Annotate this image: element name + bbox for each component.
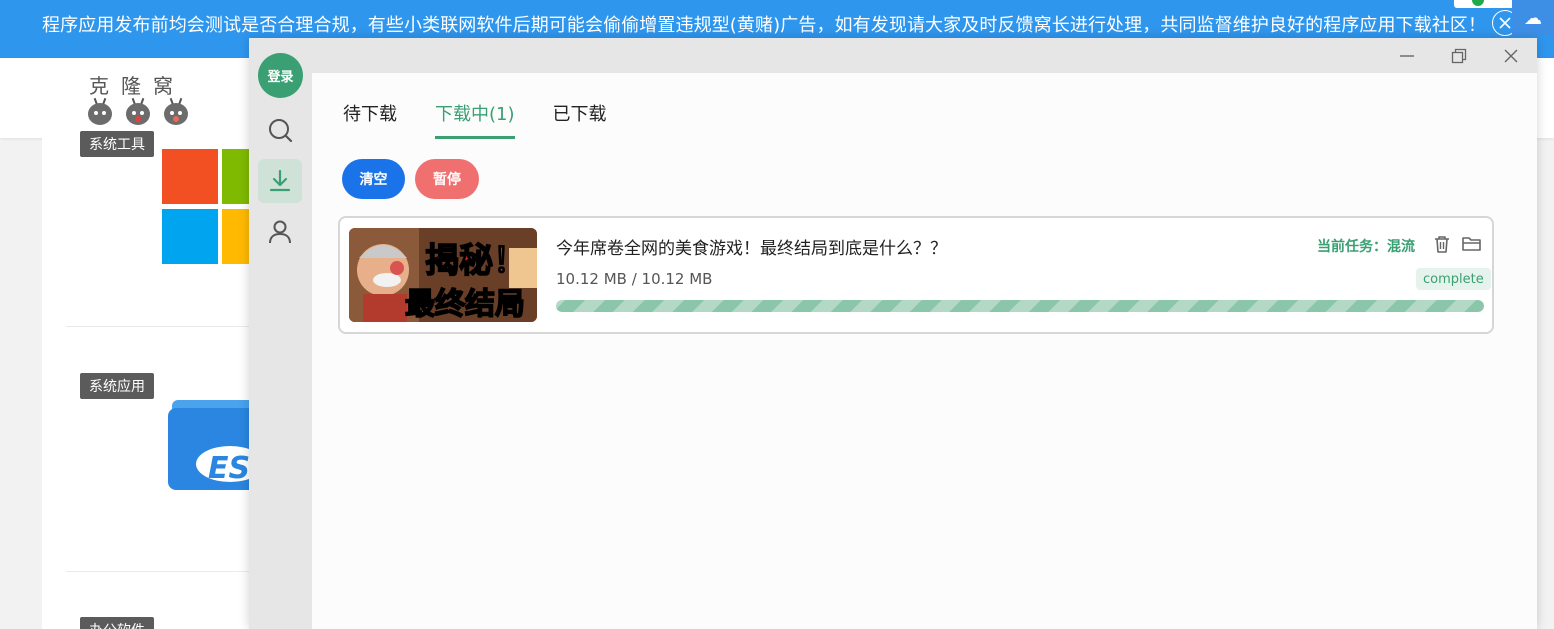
bug-icon <box>87 97 113 125</box>
bug-icon <box>125 97 151 125</box>
category-tag[interactable]: 办公软件 <box>80 617 154 629</box>
minimize-icon[interactable] <box>1393 42 1421 70</box>
search-icon[interactable] <box>258 108 302 152</box>
status-badge: complete <box>1416 268 1491 290</box>
site-logo[interactable]: 克隆窝 <box>89 70 185 99</box>
category-tag[interactable]: 系统应用 <box>80 373 154 399</box>
bug-icon <box>163 97 189 125</box>
task-title: 今年席卷全网的美食游戏！最终结局到底是什么？？ <box>556 239 947 259</box>
corner-widget <box>1454 0 1518 8</box>
user-icon[interactable] <box>258 210 302 254</box>
folder-icon[interactable] <box>1461 234 1483 254</box>
progress-fill <box>556 300 1484 312</box>
logo-mascots <box>87 97 189 125</box>
login-button[interactable]: 登录 <box>258 53 303 98</box>
action-bar: 清空 暂停 <box>342 159 479 199</box>
clear-button[interactable]: 清空 <box>342 159 405 199</box>
current-task-label: 当前任务：混流 <box>1317 239 1415 255</box>
category-tag[interactable]: 系统工具 <box>80 131 154 157</box>
progress-bar <box>556 300 1484 312</box>
main-panel: 待下载 下载中(1) 已下载 清空 暂停 揭秘！ 最终结局 今年席卷全网的美食游… <box>312 73 1537 629</box>
pause-button[interactable]: 暂停 <box>415 159 479 199</box>
title-bar[interactable] <box>249 38 1537 73</box>
tab-bar: 待下载 下载中(1) 已下载 <box>343 100 607 139</box>
sidebar: 登录 <box>249 38 312 629</box>
download-icon[interactable] <box>258 159 302 203</box>
tab-downloaded[interactable]: 已下载 <box>553 100 607 139</box>
cloud-badge-icon[interactable]: ☁ <box>1512 0 1554 36</box>
status-dot-icon <box>1472 0 1484 6</box>
banner-text: 程序应用发布前均会测试是否合理合规，有些小类联网软件后期可能会偷偷增置违规型(黄… <box>42 15 1487 36</box>
download-task-card[interactable]: 揭秘！ 最终结局 今年席卷全网的美食游戏！最终结局到底是什么？？ 10.12 M… <box>338 216 1494 334</box>
tab-downloading[interactable]: 下载中(1) <box>435 100 515 139</box>
thumb-text-bottom: 最终结局 <box>405 287 525 322</box>
svg-text:ES: ES <box>208 451 250 486</box>
close-icon[interactable] <box>1497 42 1525 70</box>
divider <box>66 326 266 327</box>
task-size: 10.12 MB / 10.12 MB <box>556 270 713 288</box>
task-thumbnail: 揭秘！ 最终结局 <box>349 228 537 322</box>
tab-pending[interactable]: 待下载 <box>343 100 397 139</box>
thumb-text-top: 揭秘！ <box>425 241 527 281</box>
download-manager-window: 登录 待下载 下载中(1) 已下载 清空 暂停 揭秘！ 最终结局 今年席卷全网的… <box>249 38 1537 629</box>
trash-icon[interactable] <box>1432 234 1452 254</box>
restore-icon[interactable] <box>1445 42 1473 70</box>
divider <box>66 571 266 572</box>
